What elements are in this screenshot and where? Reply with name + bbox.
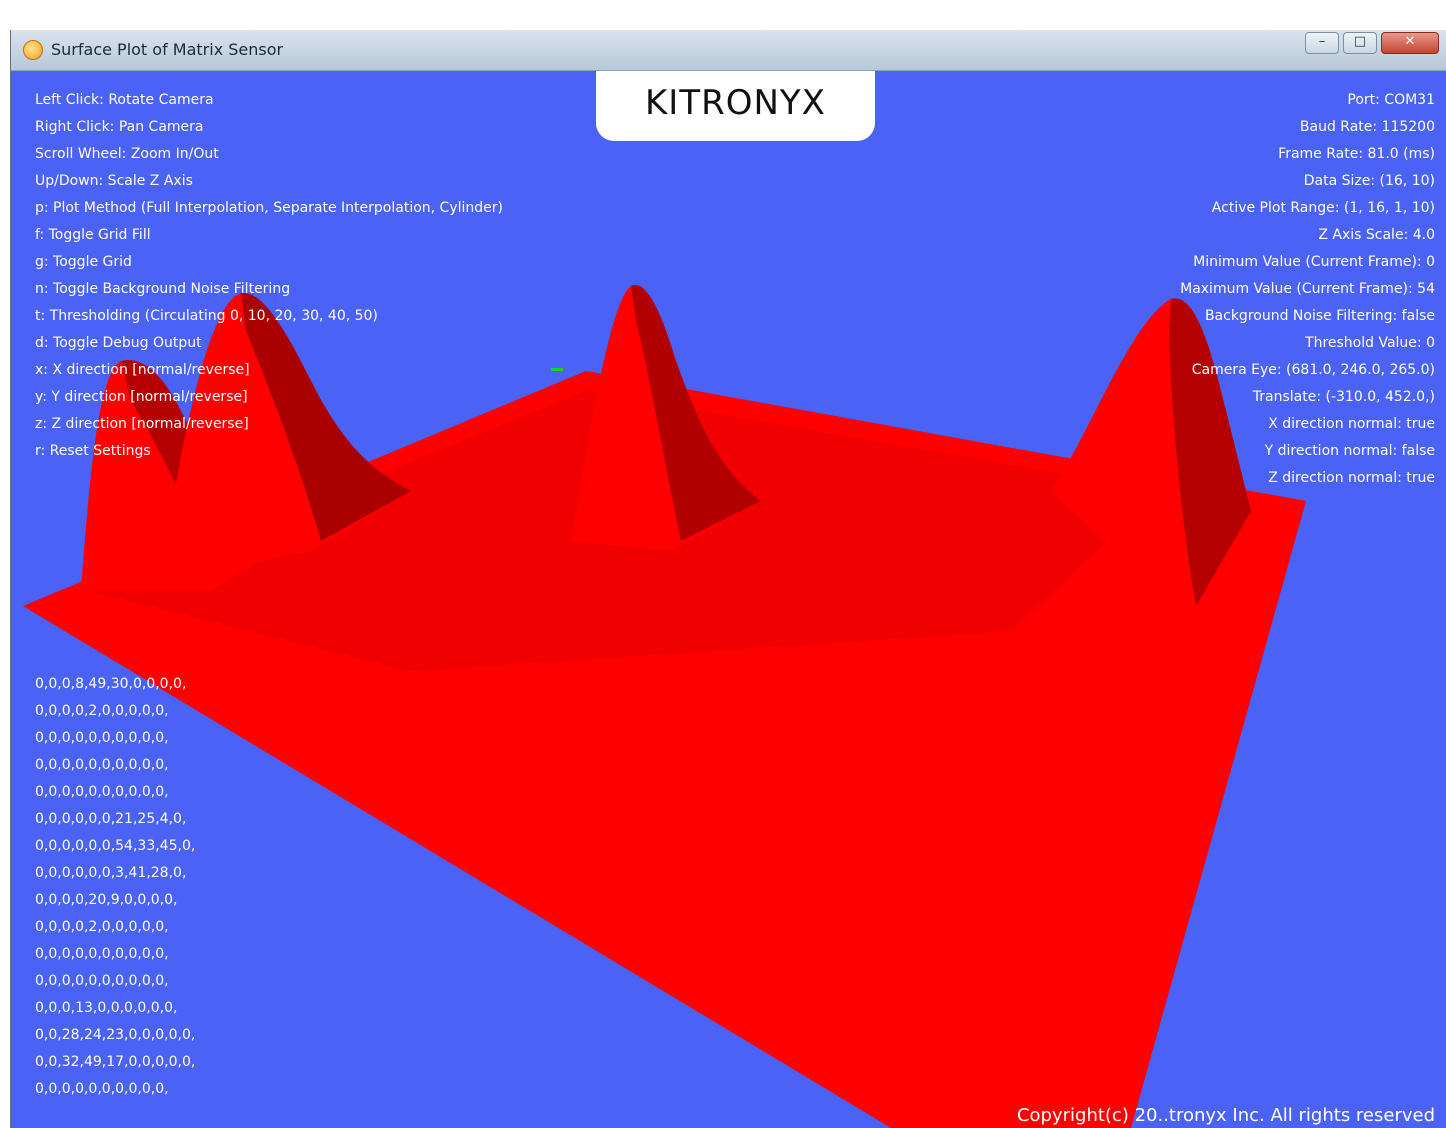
help-line: d: Toggle Debug Output	[35, 335, 202, 351]
help-line: g: Toggle Grid	[35, 254, 132, 270]
help-line: r: Reset Settings	[35, 443, 151, 459]
status-line: Data Size: (16, 10)	[1303, 173, 1435, 189]
status-line: Y direction normal: false	[1264, 443, 1435, 459]
matrix-row: 0,0,0,8,49,30,0,0,0,0,	[35, 676, 187, 692]
close-icon: ✕	[1404, 34, 1416, 49]
status-list: Port: COM31 Baud Rate: 115200 Frame Rate…	[1180, 87, 1435, 492]
maximize-icon: □	[1353, 34, 1367, 49]
matrix-row: 0,0,0,0,0,0,0,0,0,0,	[35, 730, 169, 746]
status-line: Minimum Value (Current Frame): 0	[1193, 254, 1435, 270]
help-line: Right Click: Pan Camera	[35, 119, 204, 135]
debug-matrix-output: 0,0,0,8,49,30,0,0,0,0, 0,0,0,0,2,0,0,0,0…	[35, 671, 195, 1103]
matrix-row: 0,0,0,0,0,0,0,0,0,0,	[35, 1081, 169, 1097]
window-title: Surface Plot of Matrix Sensor	[51, 40, 284, 59]
help-list: Left Click: Rotate Camera Right Click: P…	[35, 87, 503, 465]
matrix-row: 0,0,0,0,0,0,0,0,0,0,	[35, 973, 169, 989]
app-window: Surface Plot of Matrix Sensor – □ ✕ KITR…	[10, 30, 1446, 1128]
help-line: p: Plot Method (Full Interpolation, Sepa…	[35, 200, 503, 216]
status-line: Threshold Value: 0	[1305, 335, 1435, 351]
plot-canvas[interactable]: KITRONYX Left Click: Rotate Camera Right…	[11, 71, 1446, 1128]
help-line: Scroll Wheel: Zoom In/Out	[35, 146, 219, 162]
logo-banner: KITRONYX	[596, 71, 875, 141]
matrix-row: 0,0,0,0,2,0,0,0,0,0,	[35, 919, 169, 935]
status-line: Translate: (-310.0, 452.0,)	[1252, 389, 1435, 405]
help-line: t: Thresholding (Circulating 0, 10, 20, …	[35, 308, 378, 324]
help-line: y: Y direction [normal/reverse]	[35, 389, 248, 405]
axis-marker	[551, 368, 563, 371]
copyright-text: Copyright(c) 20..tronyx Inc. All rights …	[1016, 1105, 1435, 1126]
matrix-row: 0,0,28,24,23,0,0,0,0,0,	[35, 1027, 196, 1043]
help-line: n: Toggle Background Noise Filtering	[35, 281, 291, 297]
status-line: X direction normal: true	[1268, 416, 1435, 432]
matrix-row: 0,0,0,0,0,0,0,0,0,0,	[35, 946, 169, 962]
matrix-row: 0,0,0,0,0,0,0,0,0,0,	[35, 784, 169, 800]
status-line: Background Noise Filtering: false	[1204, 308, 1435, 324]
status-line: Z direction normal: true	[1268, 470, 1435, 486]
matrix-row: 0,0,32,49,17,0,0,0,0,0,	[35, 1054, 196, 1070]
status-line: Camera Eye: (681.0, 246.0, 265.0)	[1191, 362, 1435, 378]
matrix-row: 0,0,0,0,0,0,3,41,28,0,	[35, 865, 187, 881]
help-line: Up/Down: Scale Z Axis	[35, 173, 193, 189]
help-line: z: Z direction [normal/reverse]	[35, 416, 249, 432]
matrix-row: 0,0,0,0,0,0,54,33,45,0,	[35, 838, 196, 854]
help-line: Left Click: Rotate Camera	[35, 92, 214, 108]
help-line: x: X direction [normal/reverse]	[35, 362, 250, 378]
matrix-row: 0,0,0,0,0,0,0,0,0,0,	[35, 757, 169, 773]
status-line: Active Plot Range: (1, 16, 1, 10)	[1211, 200, 1435, 216]
status-line: Port: COM31	[1347, 92, 1435, 108]
title-bar[interactable]: Surface Plot of Matrix Sensor – □ ✕	[11, 30, 1446, 71]
status-line: Z Axis Scale: 4.0	[1318, 227, 1435, 243]
matrix-row: 0,0,0,0,2,0,0,0,0,0,	[35, 703, 169, 719]
status-line: Frame Rate: 81.0 (ms)	[1278, 146, 1435, 162]
help-line: f: Toggle Grid Fill	[35, 227, 151, 243]
app-icon	[23, 40, 43, 60]
matrix-row: 0,0,0,0,20,9,0,0,0,0,	[35, 892, 178, 908]
minimize-icon: –	[1318, 34, 1326, 49]
minimize-button[interactable]: –	[1305, 32, 1339, 54]
logo-text: KITRONYX	[645, 83, 826, 123]
maximize-button[interactable]: □	[1343, 32, 1377, 54]
status-line: Baud Rate: 115200	[1299, 119, 1435, 135]
matrix-row: 0,0,0,0,0,0,21,25,4,0,	[35, 811, 187, 827]
status-line: Maximum Value (Current Frame): 54	[1180, 281, 1435, 297]
close-button[interactable]: ✕	[1381, 32, 1439, 54]
matrix-row: 0,0,0,13,0,0,0,0,0,0,	[35, 1000, 178, 1016]
